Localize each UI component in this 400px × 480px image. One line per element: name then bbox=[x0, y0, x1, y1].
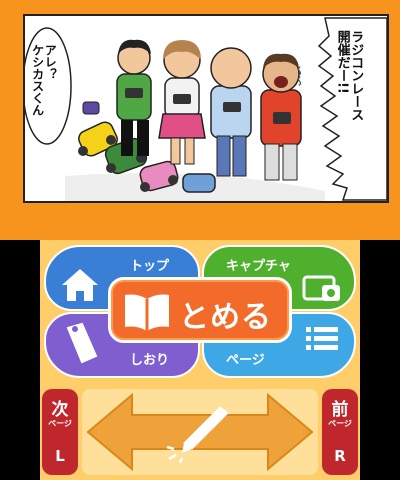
speech-bubble-right: ラジコンレース 開催だー!! bbox=[334, 30, 364, 121]
top-label: トップ bbox=[130, 259, 170, 274]
close-button[interactable]: とめる bbox=[108, 277, 292, 343]
swipe-pad[interactable] bbox=[82, 389, 318, 475]
shout-bubble: ラジコンレース 開催だー!! bbox=[323, 20, 385, 200]
prev-sub-label: ページ bbox=[328, 419, 352, 428]
capture-label: キャプチャ bbox=[226, 259, 291, 274]
prev-page-button[interactable]: 前 ページ R bbox=[322, 389, 358, 475]
rc-car-purple bbox=[82, 101, 100, 115]
top-screen: アレ？ ケシカスくん ラジコンレース 開催だー!! 〜〜 bbox=[0, 0, 400, 240]
bookmark-tag-icon bbox=[66, 322, 98, 364]
open-book-icon bbox=[125, 294, 169, 331]
stylus-icon bbox=[166, 406, 229, 463]
next-sub-label: ページ bbox=[48, 419, 72, 428]
speech-left-line-2: ケシカスくん bbox=[30, 44, 45, 116]
speech-bubble-left: アレ？ ケシカスくん bbox=[30, 44, 58, 116]
home-icon bbox=[62, 269, 98, 301]
prev-key-label: R bbox=[334, 447, 346, 465]
page-label: ページ bbox=[226, 353, 265, 368]
rc-car-blue bbox=[182, 173, 216, 193]
prev-label: 前 bbox=[331, 400, 349, 420]
next-page-button[interactable]: 次 ページ L bbox=[42, 389, 78, 475]
close-label: とめる bbox=[179, 300, 272, 335]
next-label: 次 bbox=[51, 400, 69, 420]
next-key-label: L bbox=[55, 447, 65, 465]
bookmark-label: しおり bbox=[130, 353, 170, 368]
bottom-screen: トップ キャプチャ しおり ページ とめる 次 ページ L 前 ページ R bbox=[40, 240, 360, 480]
page-controls: 次 ページ L 前 ページ R bbox=[40, 384, 360, 480]
list-icon bbox=[306, 327, 338, 350]
comic-panel: アレ？ ケシカスくん ラジコンレース 開催だー!! 〜〜 bbox=[23, 14, 389, 203]
speech-left-line-1: アレ？ bbox=[43, 44, 58, 80]
speech-right-line-2: 開催だー!! bbox=[334, 30, 350, 94]
sound-effect: 〜〜 bbox=[292, 66, 303, 86]
speech-right-line-1: ラジコンレース bbox=[348, 30, 364, 121]
camera-icon bbox=[302, 275, 340, 301]
